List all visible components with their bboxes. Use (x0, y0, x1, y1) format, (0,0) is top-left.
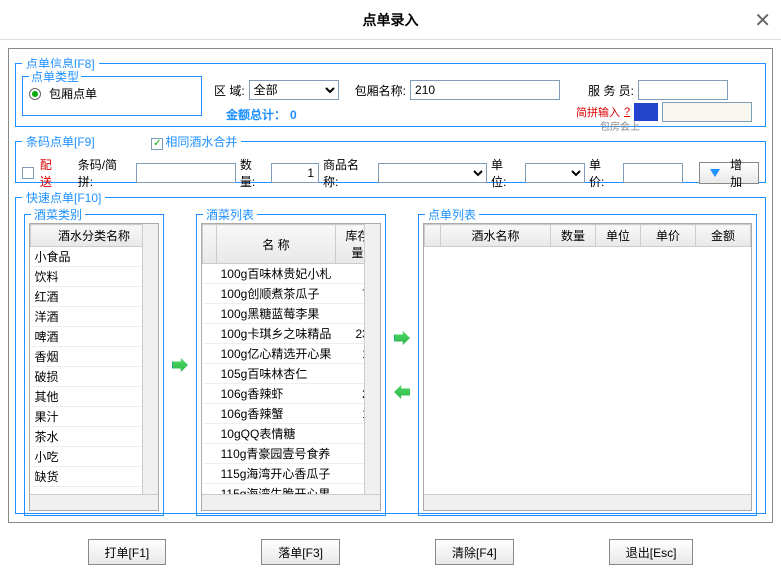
table-row[interactable]: 其他 (31, 387, 158, 407)
delivery-checkbox[interactable] (22, 167, 34, 179)
remove-item-icon[interactable] (394, 385, 410, 399)
bottom-bar: 打单[F1] 落单[F3] 清除[F4] 退出[Esc] (0, 531, 781, 573)
table-row[interactable]: 10gQQ表情糖0 (203, 424, 380, 444)
area-label: 区 域: (214, 82, 245, 99)
window-title: 点单录入 (363, 10, 419, 30)
table-row[interactable]: 缺货 (31, 467, 158, 487)
table-row[interactable]: 106g香辣蟹12 (203, 404, 380, 424)
table-row[interactable]: 115g海湾开心香瓜子0 (203, 464, 380, 484)
ime-q[interactable]: ? (624, 106, 630, 118)
fast-legend: 快速点单[F10] (22, 189, 105, 206)
clear-button[interactable]: 清除[F4] (435, 539, 514, 565)
table-row[interactable]: 小吃 (31, 447, 158, 467)
table-row[interactable]: 啤酒 (31, 327, 158, 347)
table-row[interactable]: 100g亿心精选开心果16 (203, 344, 380, 364)
name-label: 商品名称: (323, 156, 374, 190)
move-right-icon[interactable] (172, 358, 188, 372)
order-type-fieldset: 点单类型 包厢点单 (22, 76, 202, 116)
waiter-input[interactable] (638, 80, 728, 100)
submit-button[interactable]: 落单[F3] (261, 539, 340, 565)
print-button[interactable]: 打单[F1] (88, 539, 167, 565)
table-row[interactable]: 105g百味林杏仁-2 (203, 364, 380, 384)
area-select[interactable]: 全部 (249, 80, 339, 100)
category-panel: 酒菜类别 酒水分类名称 小食品饮料红酒洋酒啤酒香烟破损其他果汁茶水小吃缺货 (24, 214, 164, 516)
unit-label: 单 位: (491, 156, 521, 190)
table-row[interactable]: 破损 (31, 367, 158, 387)
add-item-icon[interactable] (394, 331, 410, 345)
close-icon[interactable]: ✕ (754, 8, 771, 33)
item-table[interactable]: 名 称库存量 100g百味林贵妃小札100g创顺煮茶瓜子71100g黑糖蓝莓李果… (201, 223, 381, 511)
room-name-input[interactable] (410, 80, 560, 100)
table-row[interactable]: 饮料 (31, 267, 158, 287)
table-row[interactable]: 110g青豪园壹号食养3 (203, 444, 380, 464)
table-row[interactable]: 100g百味林贵妃小札 (203, 264, 380, 284)
merge-checkbox[interactable]: ✓ (151, 138, 163, 150)
scrollbar-h[interactable] (202, 494, 380, 510)
price-label: 单 价: (589, 156, 619, 190)
total-label: 金额总计： (226, 106, 286, 123)
table-row[interactable]: 100g创顺煮茶瓜子71 (203, 284, 380, 304)
scrollbar-h[interactable] (424, 494, 751, 510)
table-row[interactable]: 小食品 (31, 247, 158, 267)
main-panel: 点单信息[F8] 点单类型 包厢点单 区 域: 全部 包厢名称: 服 务 员: … (8, 48, 773, 523)
barcode-legend: 条码点单[F9] ✓相同酒水合并 (22, 133, 241, 150)
table-row[interactable]: 香烟 (31, 347, 158, 367)
price-input[interactable] (623, 163, 683, 183)
add-button[interactable]: 增加 (699, 162, 759, 184)
waiter-label: 服 务 员: (588, 82, 634, 99)
exit-button[interactable]: 退出[Esc] (609, 539, 694, 565)
table-row[interactable]: 106g香辣虾23 (203, 384, 380, 404)
side-input[interactable] (662, 102, 752, 122)
table-row[interactable]: 100g卡琪乡之味精品232 (203, 324, 380, 344)
table-row[interactable]: 果汁 (31, 407, 158, 427)
room-order-label: 包厢点单 (49, 85, 97, 102)
table-row[interactable]: 茶水 (31, 427, 158, 447)
room-order-radio[interactable] (29, 88, 41, 100)
scrollbar-h[interactable] (30, 494, 158, 510)
order-info-fieldset: 点单信息[F8] 点单类型 包厢点单 区 域: 全部 包厢名称: 服 务 员: … (15, 55, 766, 127)
item-panel: 酒菜列表 名 称库存量 100g百味林贵妃小札100g创顺煮茶瓜子71100g黑… (196, 214, 386, 516)
order-panel: 点单列表 酒水名称 数量 单位 单价 金额 (418, 214, 757, 516)
table-row[interactable]: 洋酒 (31, 307, 158, 327)
table-row[interactable]: 红酒 (31, 287, 158, 307)
fast-fieldset: 快速点单[F10] 酒菜类别 酒水分类名称 小食品饮料红酒洋酒啤酒香烟破损其他果… (15, 189, 766, 514)
table-row[interactable]: 100g黑糖蓝莓李果-7 (203, 304, 380, 324)
code-input[interactable] (136, 163, 236, 183)
delivery-label: 配送 (40, 156, 64, 190)
qty-input[interactable] (271, 163, 319, 183)
name-select[interactable] (378, 163, 487, 183)
qty-label: 数量: (240, 156, 267, 190)
side-label: 包房会上 (600, 118, 640, 133)
arrow-down-icon (710, 169, 720, 177)
code-label: 条码/简拼: (78, 156, 132, 190)
order-table[interactable]: 酒水名称 数量 单位 单价 金额 (423, 223, 752, 511)
scrollbar-v[interactable] (142, 224, 158, 510)
scrollbar-v[interactable] (364, 224, 380, 510)
unit-select[interactable] (525, 163, 585, 183)
barcode-fieldset: 条码点单[F9] ✓相同酒水合并 配送 条码/简拼: 数量: 商品名称: 单 位… (15, 133, 766, 183)
category-table[interactable]: 酒水分类名称 小食品饮料红酒洋酒啤酒香烟破损其他果汁茶水小吃缺货 (29, 223, 159, 511)
total-value: 0 (290, 108, 297, 122)
order-type-legend: 点单类型 (29, 68, 81, 85)
room-label: 包厢名称: (355, 82, 406, 99)
